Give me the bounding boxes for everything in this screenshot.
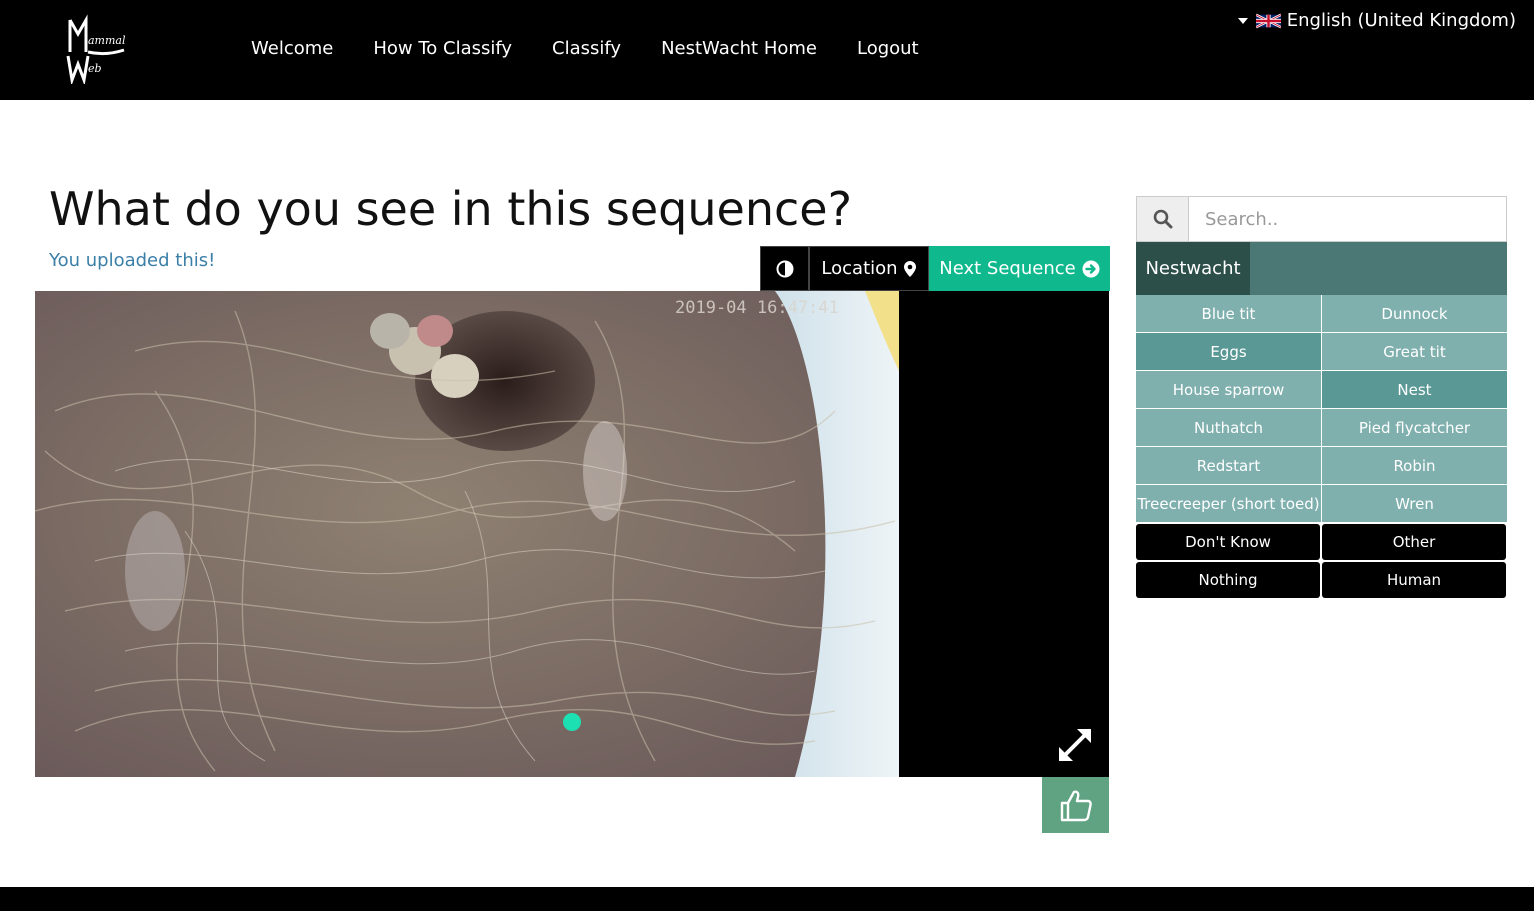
species-treecreeper[interactable]: Treecreeper (short toed) — [1136, 485, 1321, 522]
caret-down-icon — [1237, 17, 1248, 24]
species-great-tit[interactable]: Great tit — [1322, 333, 1507, 370]
contrast-button[interactable] — [760, 246, 809, 291]
contrast-icon — [776, 260, 793, 277]
viewer-toolbar: Location Next Sequence — [760, 246, 1110, 291]
location-button[interactable]: Location — [809, 246, 929, 291]
species-redstart[interactable]: Redstart — [1136, 447, 1321, 484]
special-options-grid: Don't Know Other Nothing Human — [1136, 524, 1507, 598]
species-blue-tit[interactable]: Blue tit — [1136, 295, 1321, 332]
dont-know-button[interactable]: Don't Know — [1136, 524, 1320, 560]
mammalweb-logo[interactable]: ammal eb — [62, 12, 128, 84]
other-button[interactable]: Other — [1322, 524, 1506, 560]
thumbs-up-icon — [1060, 790, 1092, 822]
nest-camera-image[interactable]: 2019-04 16:47:41 — [35, 291, 899, 777]
species-pied-flycatcher[interactable]: Pied flycatcher — [1322, 409, 1507, 446]
site-footer — [0, 887, 1534, 911]
expand-icon[interactable] — [1055, 725, 1095, 765]
species-search — [1136, 196, 1507, 242]
site-header: ammal eb Welcome How To Classify Classif… — [0, 0, 1534, 100]
nav-logout[interactable]: Logout — [857, 38, 919, 59]
page-title: What do you see in this sequence? — [49, 182, 852, 236]
species-house-sparrow[interactable]: House sparrow — [1136, 371, 1321, 408]
species-wren[interactable]: Wren — [1322, 485, 1507, 522]
image-timestamp: 2019-04 16:47:41 — [675, 298, 839, 318]
main-nav: Welcome How To Classify Classify NestWac… — [251, 38, 959, 59]
species-grid: Blue tit Dunnock Eggs Great tit House sp… — [1136, 295, 1507, 523]
search-input[interactable] — [1189, 197, 1506, 241]
next-sequence-button[interactable]: Next Sequence — [929, 246, 1110, 291]
map-marker-icon — [903, 260, 916, 277]
species-robin[interactable]: Robin — [1322, 447, 1507, 484]
nav-welcome[interactable]: Welcome — [251, 38, 333, 59]
search-icon — [1153, 209, 1172, 229]
uk-flag-icon — [1255, 13, 1281, 28]
species-nest[interactable]: Nest — [1322, 371, 1507, 408]
nav-how-to-classify[interactable]: How To Classify — [373, 38, 512, 59]
svg-text:eb: eb — [88, 62, 102, 75]
nothing-button[interactable]: Nothing — [1136, 562, 1320, 598]
species-eggs[interactable]: Eggs — [1136, 333, 1321, 370]
like-button[interactable] — [1042, 777, 1109, 833]
sequence-viewer: 2019-04 16:47:41 — [35, 291, 1109, 777]
language-label: English (United Kingdom) — [1286, 10, 1516, 31]
sequence-indicator-dot[interactable] — [563, 713, 581, 731]
next-sequence-label: Next Sequence — [939, 258, 1076, 279]
uploaded-note: You uploaded this! — [49, 250, 216, 271]
arrow-circle-right-icon — [1082, 260, 1100, 277]
nav-classify[interactable]: Classify — [552, 38, 621, 59]
species-dunnock[interactable]: Dunnock — [1322, 295, 1507, 332]
svg-text:ammal: ammal — [88, 34, 126, 47]
nav-nestwacht-home[interactable]: NestWacht Home — [661, 38, 817, 59]
search-icon-box[interactable] — [1137, 197, 1189, 241]
location-label: Location — [821, 258, 898, 279]
human-button[interactable]: Human — [1322, 562, 1506, 598]
species-tabbar: Nestwacht — [1136, 242, 1507, 295]
species-nuthatch[interactable]: Nuthatch — [1136, 409, 1321, 446]
language-selector[interactable]: English (United Kingdom) — [1237, 10, 1516, 31]
tab-nestwacht[interactable]: Nestwacht — [1136, 242, 1250, 295]
